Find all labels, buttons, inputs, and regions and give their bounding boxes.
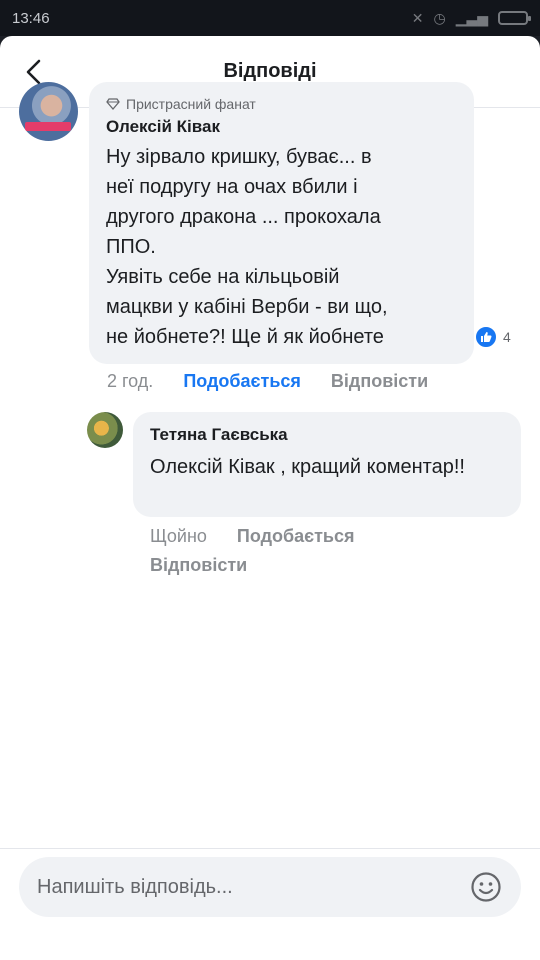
status-bar: 13:46 ✕ ◷ ▁▃▅	[0, 0, 540, 36]
avatar-frame-badge	[25, 122, 71, 131]
comment-time: 2 год.	[107, 370, 154, 391]
reaction-count: 4	[503, 329, 511, 345]
reply-button[interactable]: Відповісти	[331, 371, 428, 392]
signal-icon: ▁▃▅	[455, 9, 488, 26]
comment-text: Ну зірвало кришку, буває... в неї подруг…	[106, 146, 388, 348]
like-button[interactable]: Подобається	[183, 371, 301, 392]
comment-author[interactable]: Олексій Ківак	[106, 116, 456, 138]
comment-bubble[interactable]: Пристрасний фанат Олексій Ківак Ну зірва…	[89, 82, 474, 364]
reply-actions-row2: Відповісти	[150, 553, 247, 577]
smiley-icon	[471, 872, 501, 902]
reply-text: Олексій Ківак , кращий коментар!!	[150, 456, 465, 478]
avatar[interactable]	[19, 82, 78, 141]
diamond-icon	[106, 98, 120, 110]
status-icons: ✕ ◷ ▁▃▅	[411, 9, 531, 27]
reply-reply-button[interactable]: Відповісти	[150, 555, 247, 576]
page-title: Відповіді	[223, 60, 317, 82]
fan-badge-label: Пристрасний фанат	[126, 96, 256, 112]
reply-bubble[interactable]: Тетяна Гаєвська Олексій Ківак , кращий к…	[133, 412, 521, 517]
status-time: 13:46	[12, 9, 50, 27]
reply-composer	[0, 848, 540, 924]
emoji-button[interactable]	[469, 870, 503, 904]
reply-actions: Щойно Подобається	[150, 524, 355, 548]
battery-icon	[498, 11, 531, 25]
reply-avatar[interactable]	[87, 412, 123, 448]
like-reaction-icon	[474, 325, 498, 349]
reply-time: Щойно	[150, 525, 207, 546]
reply-author[interactable]: Тетяна Гаєвська	[150, 424, 503, 446]
comment-actions: 2 год. Подобається Відповісти	[107, 369, 428, 393]
mute-icon: ✕	[411, 9, 424, 26]
alarm-icon: ◷	[433, 9, 446, 26]
fan-badge: Пристрасний фанат	[106, 94, 456, 114]
reply-input[interactable]	[37, 875, 469, 899]
reply-input-container[interactable]	[19, 857, 521, 917]
reply-like-button[interactable]: Подобається	[237, 526, 355, 547]
reaction-summary[interactable]: 4	[474, 325, 511, 349]
